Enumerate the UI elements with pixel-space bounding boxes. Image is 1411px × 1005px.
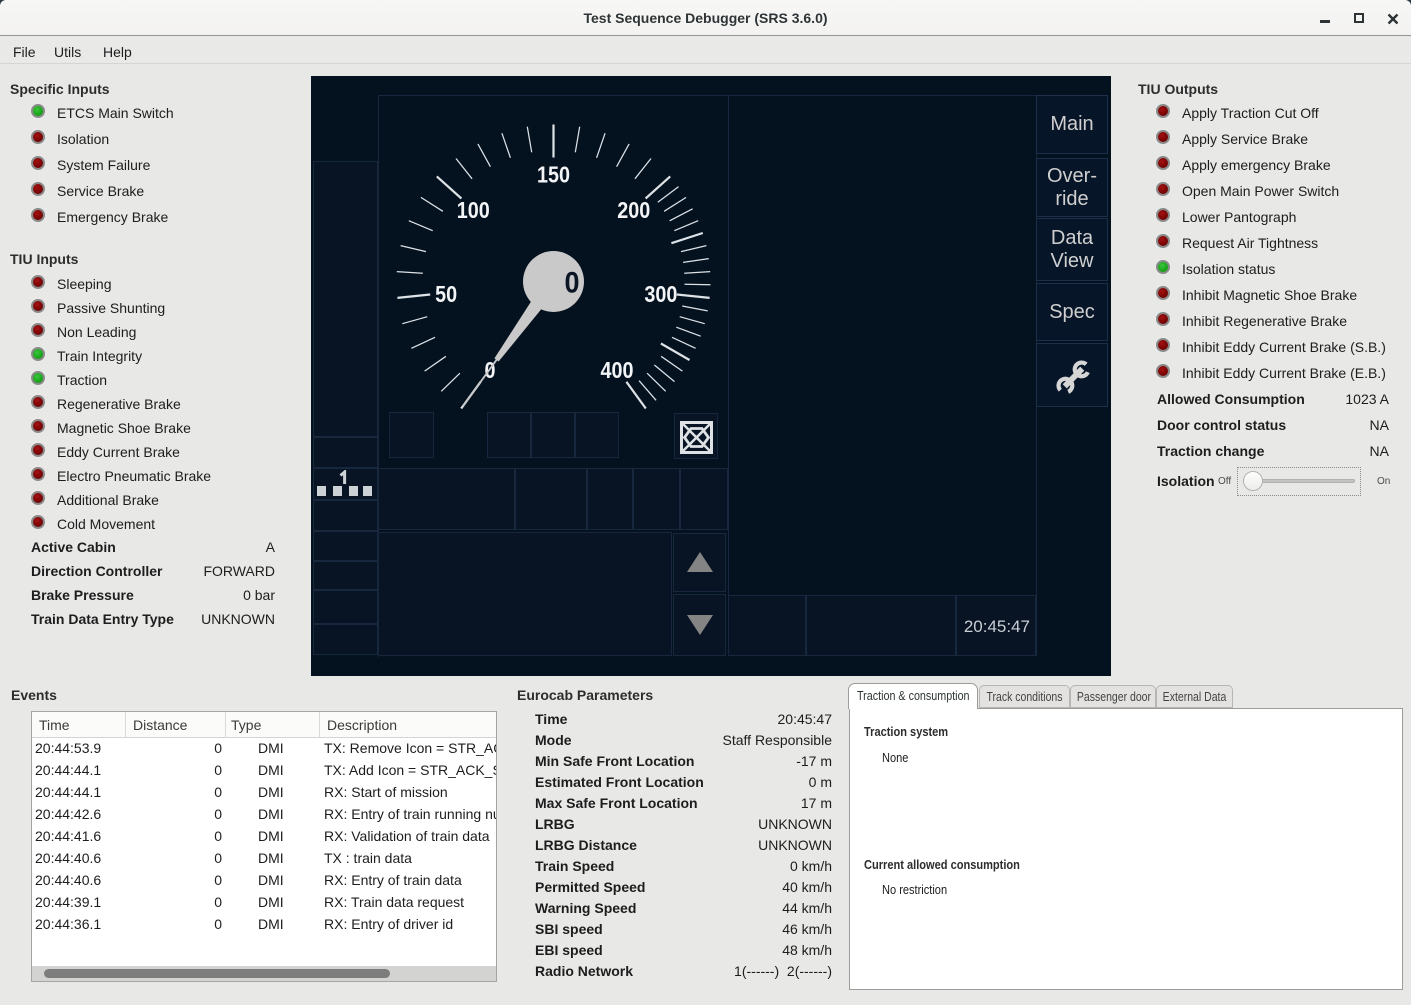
svg-text:0: 0 bbox=[565, 267, 580, 300]
svg-text:300: 300 bbox=[644, 281, 677, 307]
svg-text:150: 150 bbox=[537, 162, 570, 188]
svg-text:100: 100 bbox=[457, 197, 490, 223]
svg-text:50: 50 bbox=[435, 281, 457, 307]
svg-text:400: 400 bbox=[601, 357, 634, 383]
svg-text:200: 200 bbox=[617, 197, 650, 223]
